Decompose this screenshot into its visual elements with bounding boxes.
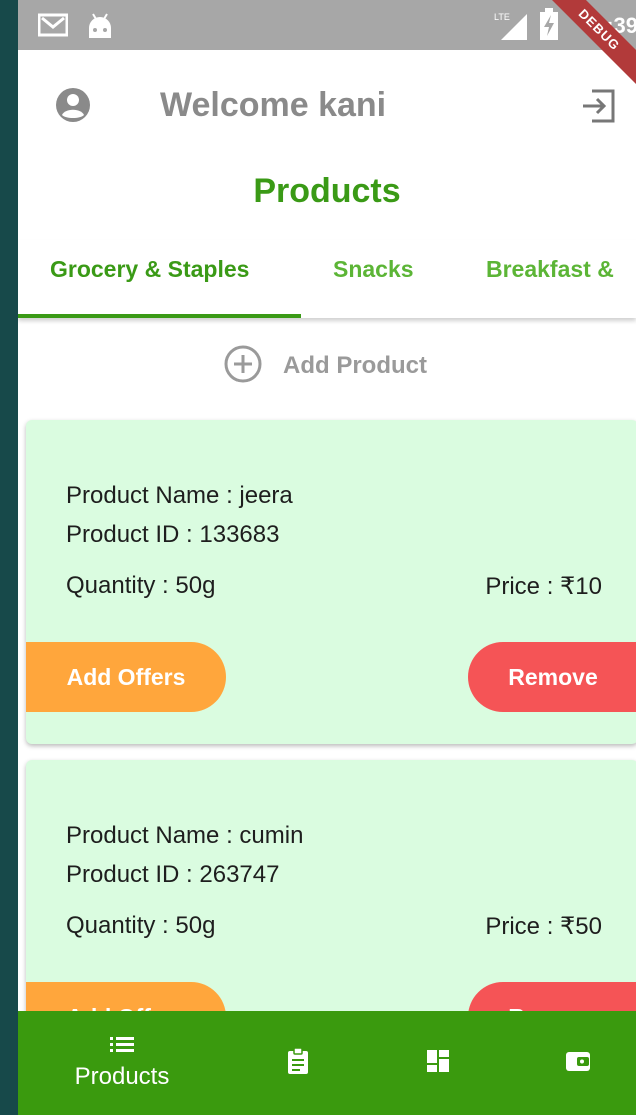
lte-signal-icon: LTE [494, 10, 528, 45]
product-card: Product Name : jeera Product ID : 133683… [26, 420, 636, 744]
nav-item-products[interactable]: Products [58, 1011, 186, 1115]
app-screen: LTE 6:39 DEBUG Welcome kani Products Gro… [18, 0, 636, 1115]
add-circle-icon [223, 344, 263, 389]
account-circle-icon[interactable] [54, 86, 92, 129]
welcome-text: Welcome kani [160, 86, 387, 124]
app-bar: Welcome kani [18, 50, 636, 160]
svg-text:LTE: LTE [494, 12, 510, 22]
add-offers-button[interactable]: Add Offers [26, 642, 226, 712]
remove-button[interactable]: Remove [468, 642, 636, 712]
add-product-label: Add Product [283, 352, 427, 379]
tab-indicator [18, 314, 301, 318]
product-price: Price : ₹10 [485, 573, 602, 600]
product-name: Product Name : cumin [66, 822, 304, 849]
nav-item-orders[interactable] [268, 1011, 328, 1115]
add-product-button[interactable]: Add Product [223, 344, 427, 389]
nav-label-products: Products [74, 1062, 170, 1090]
product-price: Price : ₹50 [485, 913, 602, 940]
product-quantity: Quantity : 50g [66, 572, 216, 599]
tab-breakfast[interactable]: Breakfast & [486, 256, 614, 283]
category-tabs: Grocery & Staples Snacks Breakfast & [18, 240, 636, 318]
tab-snacks[interactable]: Snacks [333, 256, 414, 283]
list-icon [110, 1036, 134, 1059]
product-id: Product ID : 133683 [66, 521, 280, 548]
page-title: Products [253, 172, 401, 210]
product-id: Product ID : 263747 [66, 861, 280, 888]
nav-item-wallet[interactable] [548, 1011, 608, 1115]
android-icon [86, 12, 114, 45]
status-bar: LTE 6:39 DEBUG [18, 0, 636, 92]
tab-grocery-staples[interactable]: Grocery & Staples [50, 256, 249, 283]
gmail-icon [37, 12, 69, 43]
battery-charging-icon [540, 8, 558, 45]
dashboard-icon [426, 1049, 450, 1078]
bottom-navigation: Products [18, 1011, 636, 1115]
nav-item-dashboard[interactable] [408, 1011, 468, 1115]
wallet-icon [565, 1049, 591, 1078]
product-name: Product Name : jeera [66, 482, 293, 509]
clipboard-icon [287, 1046, 309, 1080]
product-quantity: Quantity : 50g [66, 912, 216, 939]
logout-icon[interactable] [580, 88, 618, 129]
